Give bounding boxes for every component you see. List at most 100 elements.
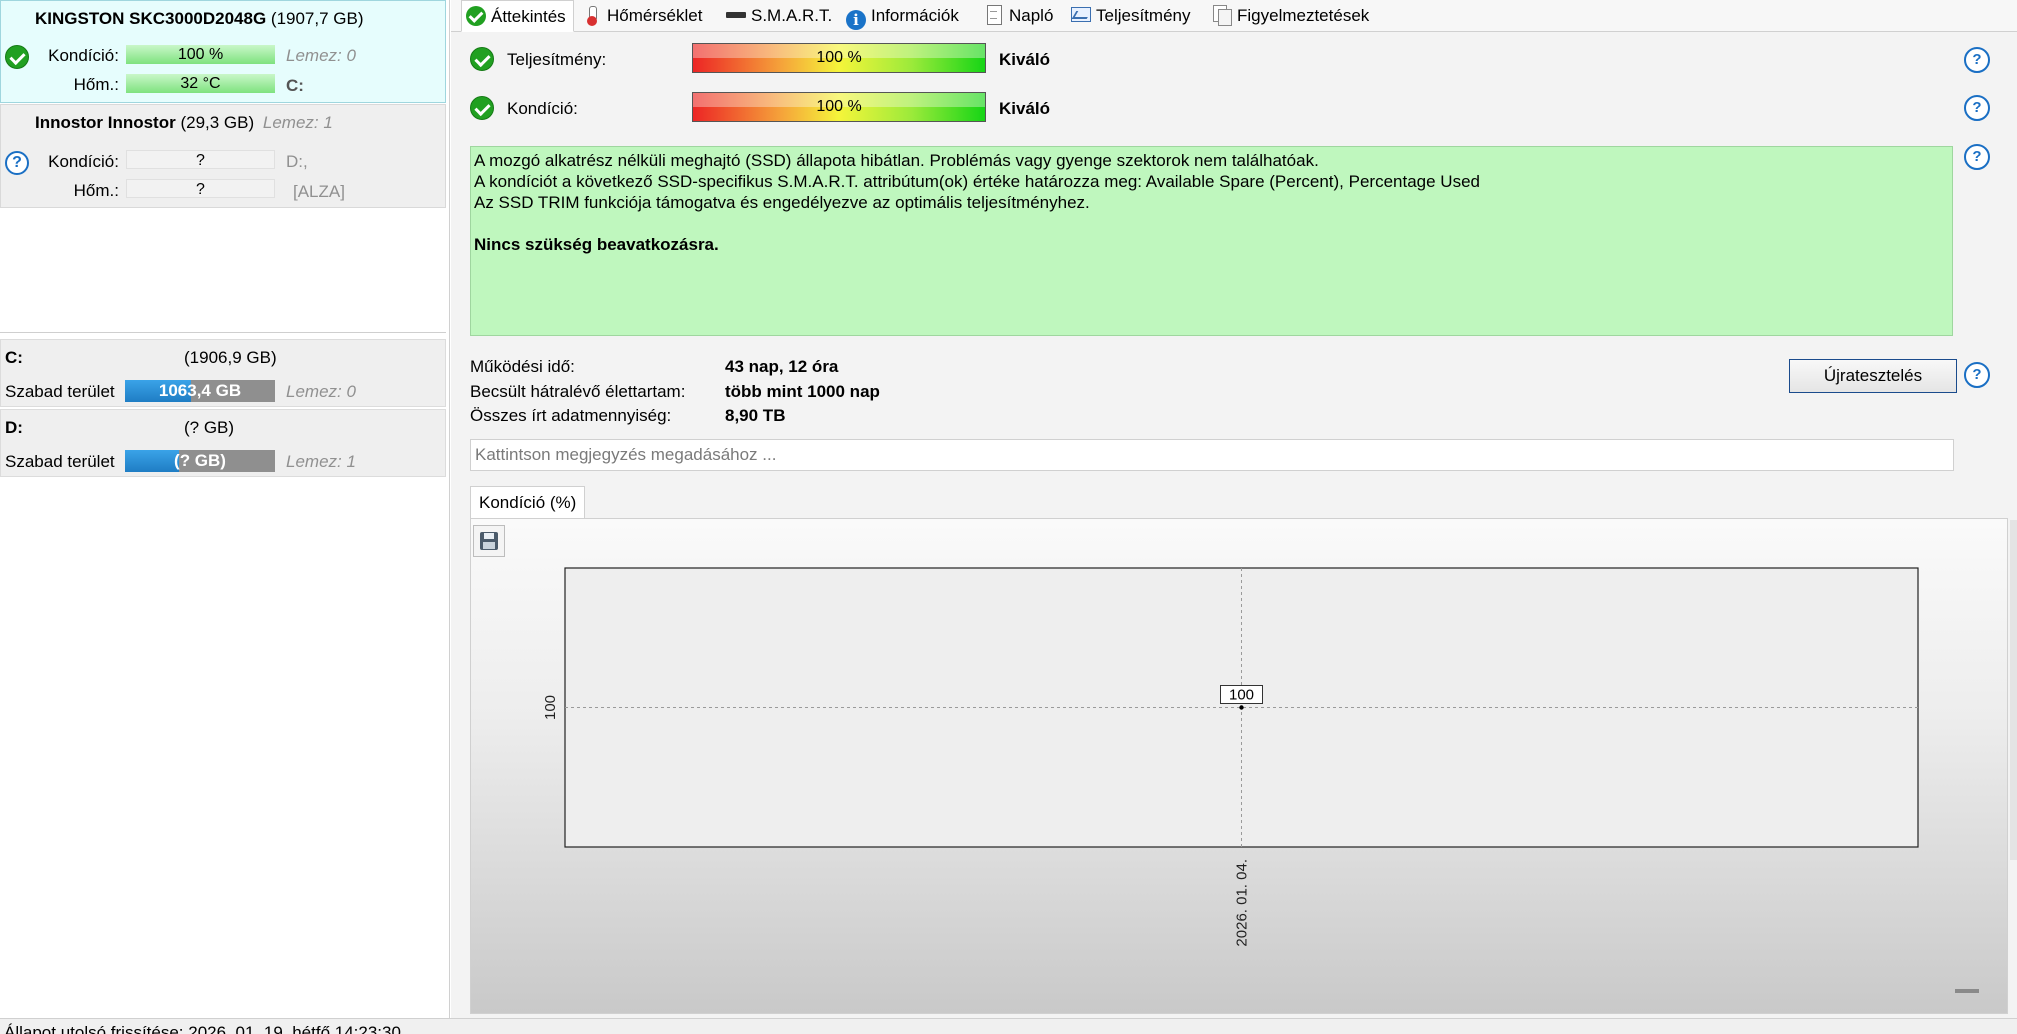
data-point [1239, 705, 1244, 710]
help-icon[interactable]: ? [1964, 362, 1990, 388]
uptime-value: 43 nap, 12 óra [725, 357, 839, 376]
uptime-label: Működési idő: [470, 357, 575, 376]
volume-letter: C: [5, 348, 23, 367]
drive-model: KINGSTON SKC3000D2048G [35, 9, 267, 28]
save-chart-button[interactable] [473, 525, 505, 557]
free-space-value: 1063,4 GB [158, 381, 242, 400]
written-value: 8,90 TB [725, 406, 786, 425]
tab-warnings[interactable]: Figyelmeztetések [1208, 0, 1369, 31]
drive-size: (1907,7 GB) [270, 9, 364, 28]
floppy-disk-icon [480, 532, 498, 550]
tab-log[interactable]: Napló [980, 0, 1053, 31]
message-action: Nincs szükség beavatkozásra. [474, 235, 719, 254]
resize-grip[interactable] [1955, 989, 1979, 993]
disk-icon [726, 5, 746, 25]
tab-label: Figyelmeztetések [1237, 6, 1370, 25]
tab-information[interactable]: i Információk [842, 0, 959, 31]
help-icon[interactable]: ? [1964, 144, 1990, 170]
overview-panel: Teljesítmény: 100 % Kiváló ? Kondíció: 1… [451, 32, 2017, 1018]
tab-smart[interactable]: S.M.A.R.T. [722, 0, 832, 31]
tab-temperature[interactable]: Hőmérséklet [578, 0, 702, 31]
divider [0, 332, 446, 333]
document-icon [984, 5, 1004, 25]
performance-rating: Kiváló [999, 50, 1051, 69]
check-icon [466, 6, 486, 26]
disk-number: Lemez: 0 [286, 382, 356, 401]
tab-label: Információk [871, 6, 959, 25]
performance-label: Teljesítmény: [507, 50, 607, 69]
health-label: Kondíció: [48, 46, 119, 65]
disk-number: Lemez: 1 [262, 113, 333, 132]
drive-model: Innostor Innostor [35, 113, 176, 132]
volume-card-c[interactable]: C: (1906,9 GB) Szabad terület 1063,4 GB … [0, 339, 446, 407]
note-input[interactable] [470, 439, 1954, 471]
volume-size: (? GB) [184, 418, 235, 437]
copy-pages-icon [1212, 5, 1232, 26]
tab-label: Napló [1009, 6, 1054, 25]
volume-card-d[interactable]: D: (? GB) Szabad terület (? GB) Lemez: 1 [0, 409, 446, 477]
drive-letters: D:, [286, 152, 308, 171]
drive-card-kingston[interactable]: KINGSTON SKC3000D2048G (1907,7 GB) Kondí… [0, 0, 446, 103]
lifetime-value: több mint 1000 nap [725, 382, 880, 401]
health-bar: 100 % [126, 45, 275, 64]
performance-ok-icon [470, 47, 494, 71]
health-rating: Kiváló [999, 99, 1051, 118]
status-unknown-icon: ? [5, 151, 29, 175]
tab-label: Teljesítmény [1096, 6, 1191, 25]
drive-title: Innostor Innostor (29,3 GB) Lemez: 1 [35, 113, 333, 133]
help-icon[interactable]: ? [1964, 47, 1990, 73]
message-line: Az SSD TRIM funkciója támogatva és enged… [474, 193, 1090, 212]
help-icon[interactable]: ? [1964, 95, 1990, 121]
drive-letters: C: [286, 76, 304, 95]
performance-bar: 100 % [692, 43, 986, 73]
health-label: Kondíció: [48, 152, 119, 171]
retest-button[interactable]: Újratesztelés [1789, 359, 1957, 393]
drive-title: KINGSTON SKC3000D2048G (1907,7 GB) [35, 9, 364, 29]
data-label: 100 [1229, 687, 1254, 704]
health-ok-icon [470, 96, 494, 120]
tab-label: Hőmérséklet [607, 6, 703, 25]
drive-size: (29,3 GB) [180, 113, 255, 132]
drive-list-panel: KINGSTON SKC3000D2048G (1907,7 GB) Kondí… [0, 0, 450, 1018]
tab-overview[interactable]: Áttekintés [461, 0, 574, 32]
status-ok-icon [5, 45, 29, 69]
temperature-label: Hőm.: [73, 75, 119, 94]
performance-chart-icon [1071, 5, 1091, 25]
volume-letter: D: [5, 418, 23, 437]
health-value: 100 % [816, 98, 862, 115]
disk-number: Lemez: 1 [286, 452, 356, 471]
free-space-value: (? GB) [174, 451, 226, 470]
free-space-bar: 1063,4 GB [125, 380, 275, 402]
written-label: Összes írt adatmennyiség: [470, 406, 672, 425]
health-chart: 2026. 01. 04. 100 100 [542, 567, 1919, 947]
health-label: Kondíció: [507, 99, 578, 118]
info-icon: i [846, 10, 866, 30]
temperature-bar: 32 °C [126, 74, 275, 93]
message-line: A mozgó alkatrész nélküli meghajtó (SSD)… [474, 151, 1319, 170]
health-bar: ? [126, 150, 275, 169]
status-message-box: A mozgó alkatrész nélküli meghajtó (SSD)… [470, 146, 1953, 336]
tab-label: S.M.A.R.T. [751, 6, 833, 25]
message-line: A kondíciót a következő SSD-specifikus S… [474, 172, 1480, 191]
status-text: Állapot utolsó frissítése: 2026. 01. 19.… [4, 1023, 401, 1034]
free-space-label: Szabad terület [5, 452, 115, 471]
tab-chart-health[interactable]: Kondíció (%) [470, 486, 586, 519]
health-bar: 100 % [692, 92, 986, 122]
disk-number: Lemez: 0 [286, 46, 356, 65]
drive-extra-label: [ALZA] [293, 182, 345, 201]
volume-size: (1906,9 GB) [184, 348, 277, 367]
tab-label: Áttekintés [491, 7, 566, 26]
x-tick-label: 2026. 01. 04. [1234, 859, 1251, 947]
temperature-label: Hőm.: [73, 181, 119, 200]
drive-card-innostor[interactable]: Innostor Innostor (29,3 GB) Lemez: 1 ? K… [0, 104, 446, 208]
thermometer-icon [582, 5, 602, 26]
tab-performance[interactable]: Teljesítmény [1067, 0, 1190, 31]
status-bar: Állapot utolsó frissítése: 2026. 01. 19.… [0, 1018, 2017, 1034]
temperature-bar: ? [126, 179, 275, 198]
free-space-bar: (? GB) [125, 450, 275, 472]
chart-panel: 2026. 01. 04. 100 100 [470, 518, 2008, 1014]
scrollbar-edge[interactable] [2010, 520, 2017, 860]
y-tick-label: 100 [542, 695, 559, 720]
lifetime-label: Becsült hátralévő élettartam: [470, 382, 686, 401]
tab-bar: Áttekintés Hőmérséklet S.M.A.R.T. i Infor… [451, 0, 2017, 32]
